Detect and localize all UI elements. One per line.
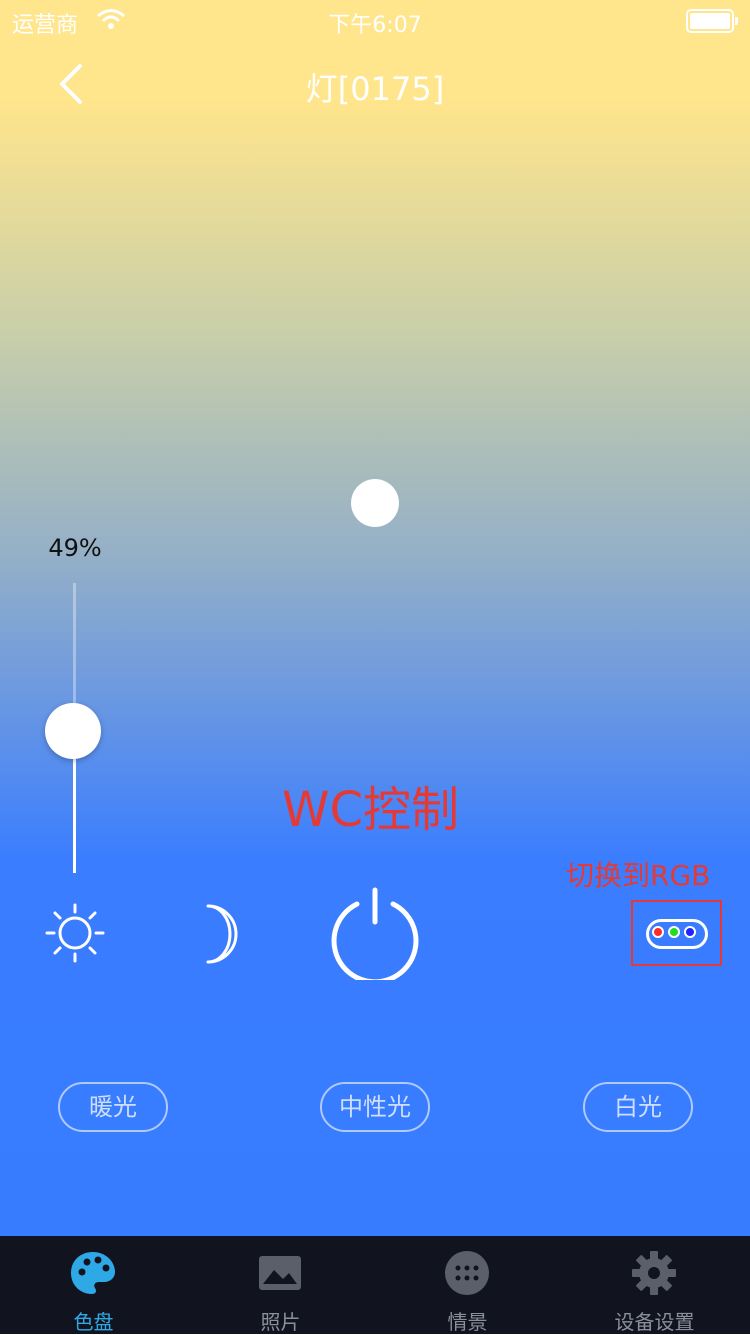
rgb-dot-blue	[684, 926, 696, 938]
tab-scene-label: 情景	[447, 1310, 488, 1334]
preset-warm-light-button[interactable]: 暖光	[58, 1082, 168, 1132]
bottom-tab-bar: 色盘 照片 情景 设备设置	[0, 1236, 750, 1334]
rgb-dot-red	[652, 926, 664, 938]
tab-scene[interactable]: 情景	[374, 1236, 561, 1334]
preset-neutral-light-button[interactable]: 中性光	[320, 1082, 430, 1132]
tab-photo-label: 照片	[260, 1310, 301, 1334]
scene-icon	[445, 1251, 489, 1295]
tab-photo[interactable]: 照片	[187, 1236, 374, 1334]
status-time: 下午6:07	[328, 13, 422, 38]
moon-icon[interactable]	[198, 902, 250, 966]
palette-icon	[71, 1252, 115, 1294]
sun-icon[interactable]	[44, 902, 106, 964]
photo-icon	[259, 1256, 301, 1290]
tab-device-settings[interactable]: 设备设置	[561, 1236, 748, 1334]
tab-palette-label: 色盘	[73, 1310, 114, 1334]
switch-rgb-button[interactable]	[631, 900, 722, 966]
gear-icon	[632, 1251, 676, 1295]
power-icon[interactable]	[330, 886, 420, 980]
wc-control-annotation: WC控制	[282, 782, 459, 838]
page-title: 灯[0175]	[305, 70, 445, 108]
switch-rgb-annotation: 切换到RGB	[566, 859, 711, 892]
tab-palette[interactable]: 色盘	[0, 1236, 187, 1334]
battery-icon	[686, 9, 738, 33]
status-bar: 运营商 下午6:07	[0, 0, 750, 40]
brightness-value: 49%	[48, 534, 102, 562]
preset-white-light-button[interactable]: 白光	[583, 1082, 693, 1132]
color-picker-knob[interactable]	[351, 479, 399, 527]
brightness-slider-thumb[interactable]	[45, 703, 101, 759]
color-control-screen[interactable]: 运营商 下午6:07 灯[0175] 49% WC控制 切换到RGB 暖光 中性…	[0, 0, 750, 1236]
rgb-dot-green	[668, 926, 680, 938]
rgb-toggle-icon	[646, 919, 708, 949]
tab-device-settings-label: 设备设置	[614, 1310, 695, 1334]
